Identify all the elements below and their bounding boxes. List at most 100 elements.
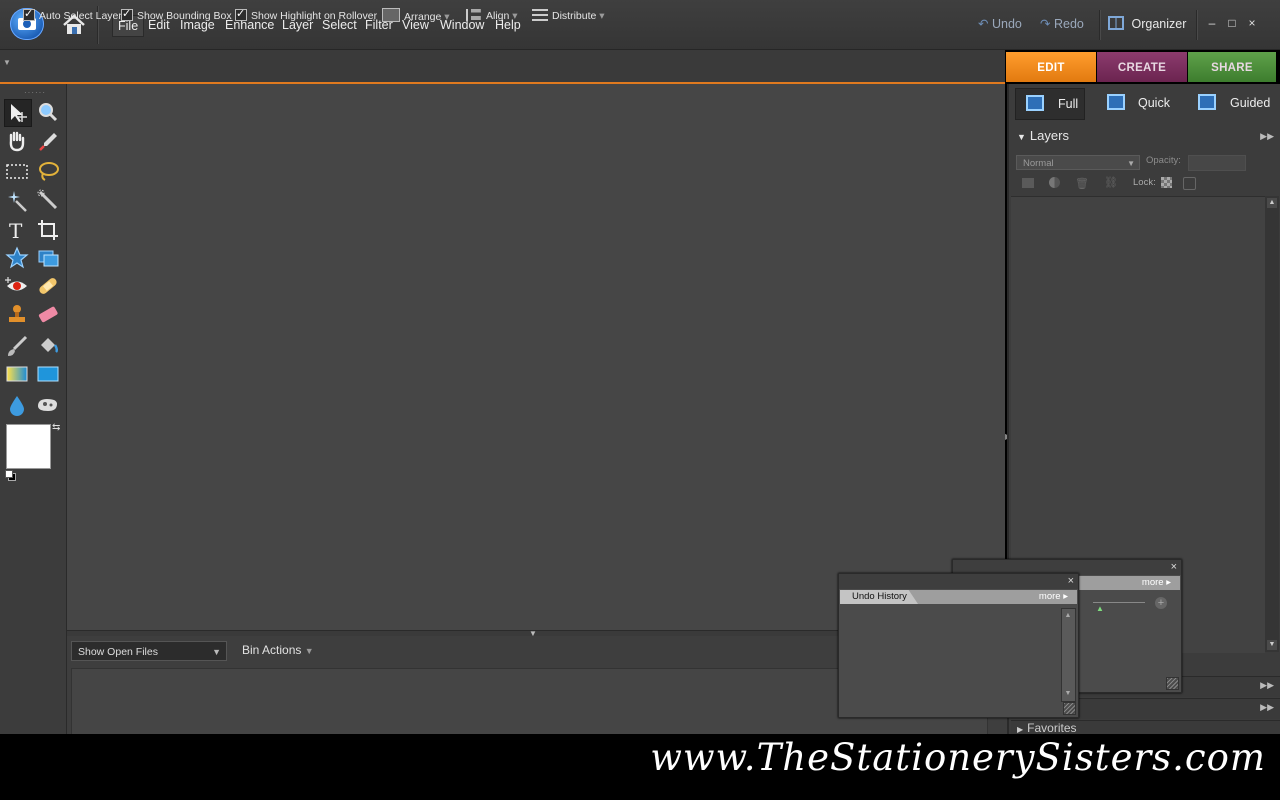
link-icon[interactable]: ⛓ xyxy=(1104,176,1118,189)
move-tool[interactable] xyxy=(4,99,32,127)
panel-menu-icon[interactable]: ▶▶ xyxy=(1260,680,1274,691)
bandage-icon xyxy=(39,278,57,294)
magic-wand-tool[interactable] xyxy=(4,187,30,213)
align-dropdown[interactable]: Align ▾ xyxy=(466,8,518,24)
red-eye-tool[interactable] xyxy=(4,273,30,299)
recompose-icon xyxy=(38,250,59,267)
opacity-field[interactable] xyxy=(1188,155,1246,171)
adjustment-layer-icon[interactable] xyxy=(1049,177,1060,188)
resize-grip-icon[interactable] xyxy=(1063,702,1076,715)
bin-actions-menu[interactable]: Bin Actions ▼ xyxy=(242,643,314,657)
arrange-dropdown[interactable]: Arrange ▾ xyxy=(382,8,450,24)
redo-button[interactable]: ↷ Redo xyxy=(1040,15,1084,33)
svg-text:T: T xyxy=(9,219,23,243)
gradient-tool[interactable] xyxy=(4,361,30,387)
panel-titlebar[interactable] xyxy=(839,574,1078,589)
foreground-color-swatch[interactable] xyxy=(6,424,51,469)
favorites-panel-header[interactable]: ▶ Favorites xyxy=(1011,720,1280,735)
shape-tool[interactable] xyxy=(35,361,61,387)
more-menu[interactable]: more ▸ xyxy=(1142,576,1171,590)
hand-tool[interactable] xyxy=(4,128,30,154)
paint-bucket-tool[interactable] xyxy=(35,333,61,359)
show-bounding-box-checkbox[interactable]: Show Bounding Box xyxy=(121,6,232,24)
panel-menu-icon[interactable]: ▶▶ xyxy=(1260,702,1274,713)
checkbox-icon xyxy=(23,6,35,22)
layers-scrollbar[interactable]: ▲ ▼ xyxy=(1265,196,1279,652)
tab-create[interactable]: CREATE xyxy=(1097,52,1187,82)
scroll-up-icon[interactable]: ▲ xyxy=(1063,611,1073,621)
type-icon: T xyxy=(9,219,23,243)
quick-selection-icon xyxy=(37,189,58,210)
close-icon[interactable]: × xyxy=(1171,560,1177,575)
zoom-tool[interactable] xyxy=(35,99,61,125)
blur-tool[interactable] xyxy=(4,392,30,418)
add-icon[interactable]: + xyxy=(1155,597,1167,609)
sponge-icon xyxy=(38,399,57,411)
layers-panel-header[interactable]: ▼ Layers ▶▶ xyxy=(1011,126,1280,146)
eraser-tool[interactable] xyxy=(35,301,61,327)
undo-history-tab[interactable]: Undo History xyxy=(840,590,918,604)
lock-transparency-icon[interactable] xyxy=(1161,177,1172,188)
close-button[interactable]: × xyxy=(1245,16,1259,30)
healing-brush-tool[interactable] xyxy=(35,273,61,299)
more-label: more xyxy=(1038,591,1061,602)
new-layer-icon[interactable] xyxy=(1022,178,1034,188)
checkbox-icon xyxy=(121,6,133,22)
lasso-tool[interactable] xyxy=(35,158,61,184)
blend-mode-select[interactable]: Normal ▼ xyxy=(1016,155,1140,170)
show-files-select[interactable]: Show Open Files ▼ xyxy=(71,641,227,661)
guided-edit-icon xyxy=(1198,94,1216,110)
undo-icon: ↶ xyxy=(978,17,989,31)
clone-stamp-tool[interactable] xyxy=(4,301,30,327)
recompose-tool[interactable] xyxy=(35,245,61,271)
trash-icon[interactable]: 🗑 xyxy=(1075,177,1089,190)
organizer-button[interactable]: Organizer xyxy=(1108,14,1186,34)
minimize-button[interactable]: – xyxy=(1205,16,1219,30)
show-highlight-checkbox[interactable]: Show Highlight on Rollover xyxy=(235,6,377,24)
more-menu[interactable]: more ▸ xyxy=(1039,590,1068,604)
slider-thumb-icon[interactable]: ▲ xyxy=(1096,604,1104,613)
mode-full-button[interactable]: Full xyxy=(1015,88,1085,120)
crop-tool[interactable] xyxy=(35,217,61,243)
marquee-tool[interactable] xyxy=(4,158,30,184)
lasso-icon xyxy=(39,162,59,181)
hand-icon xyxy=(9,131,25,152)
brush-tool[interactable] xyxy=(4,333,30,359)
tab-edit[interactable]: EDIT xyxy=(1006,52,1096,82)
tab-share[interactable]: SHARE xyxy=(1188,52,1276,82)
resize-grip-icon[interactable] xyxy=(1166,677,1179,690)
eyedropper-tool[interactable] xyxy=(35,128,61,154)
more-label: more xyxy=(1141,577,1164,588)
undo-button[interactable]: ↶ Undo xyxy=(978,15,1022,33)
menu-separator xyxy=(1196,10,1198,40)
mode-quick-button[interactable]: Quick xyxy=(1105,88,1175,118)
lock-all-icon[interactable] xyxy=(1183,177,1196,190)
canvas-area[interactable] xyxy=(67,84,1005,630)
quick-selection-tool[interactable] xyxy=(35,187,61,213)
scroll-down-icon[interactable]: ▼ xyxy=(1063,689,1073,699)
type-tool[interactable]: T xyxy=(4,217,30,243)
undo-history-scrollbar[interactable]: ▲ ▼ xyxy=(1061,608,1076,702)
slider-track[interactable] xyxy=(1093,602,1145,603)
options-menu-arrow-icon[interactable]: ▼ xyxy=(3,58,11,67)
eyedropper-icon xyxy=(39,133,57,151)
distribute-dropdown[interactable]: Distribute ▾ xyxy=(532,8,605,24)
show-bounding-box-label: Show Bounding Box xyxy=(137,10,232,22)
paint-bucket-icon xyxy=(41,338,59,353)
panel-menu-icon[interactable]: ▶▶ xyxy=(1260,126,1274,146)
maximize-button[interactable]: □ xyxy=(1225,16,1239,30)
tool-options-bar xyxy=(0,50,1005,84)
close-icon[interactable]: × xyxy=(1068,574,1074,589)
undo-history-panel[interactable]: × Undo History more ▸ ▲ ▼ xyxy=(838,573,1079,718)
show-files-value: Show Open Files xyxy=(78,646,158,658)
scroll-up-icon[interactable]: ▲ xyxy=(1267,198,1277,208)
magic-wand-icon xyxy=(8,191,27,212)
scroll-down-icon[interactable]: ▼ xyxy=(1267,640,1277,650)
mode-guided-button[interactable]: Guided xyxy=(1196,88,1276,118)
auto-select-layer-checkbox[interactable]: Auto Select Layer xyxy=(23,6,122,24)
sponge-tool[interactable] xyxy=(35,392,61,418)
cookie-cutter-tool[interactable] xyxy=(4,245,30,271)
undo-history-list[interactable] xyxy=(840,606,1060,702)
swap-colors-icon[interactable]: ⇆ xyxy=(52,422,60,433)
default-colors-icon[interactable] xyxy=(5,470,16,481)
